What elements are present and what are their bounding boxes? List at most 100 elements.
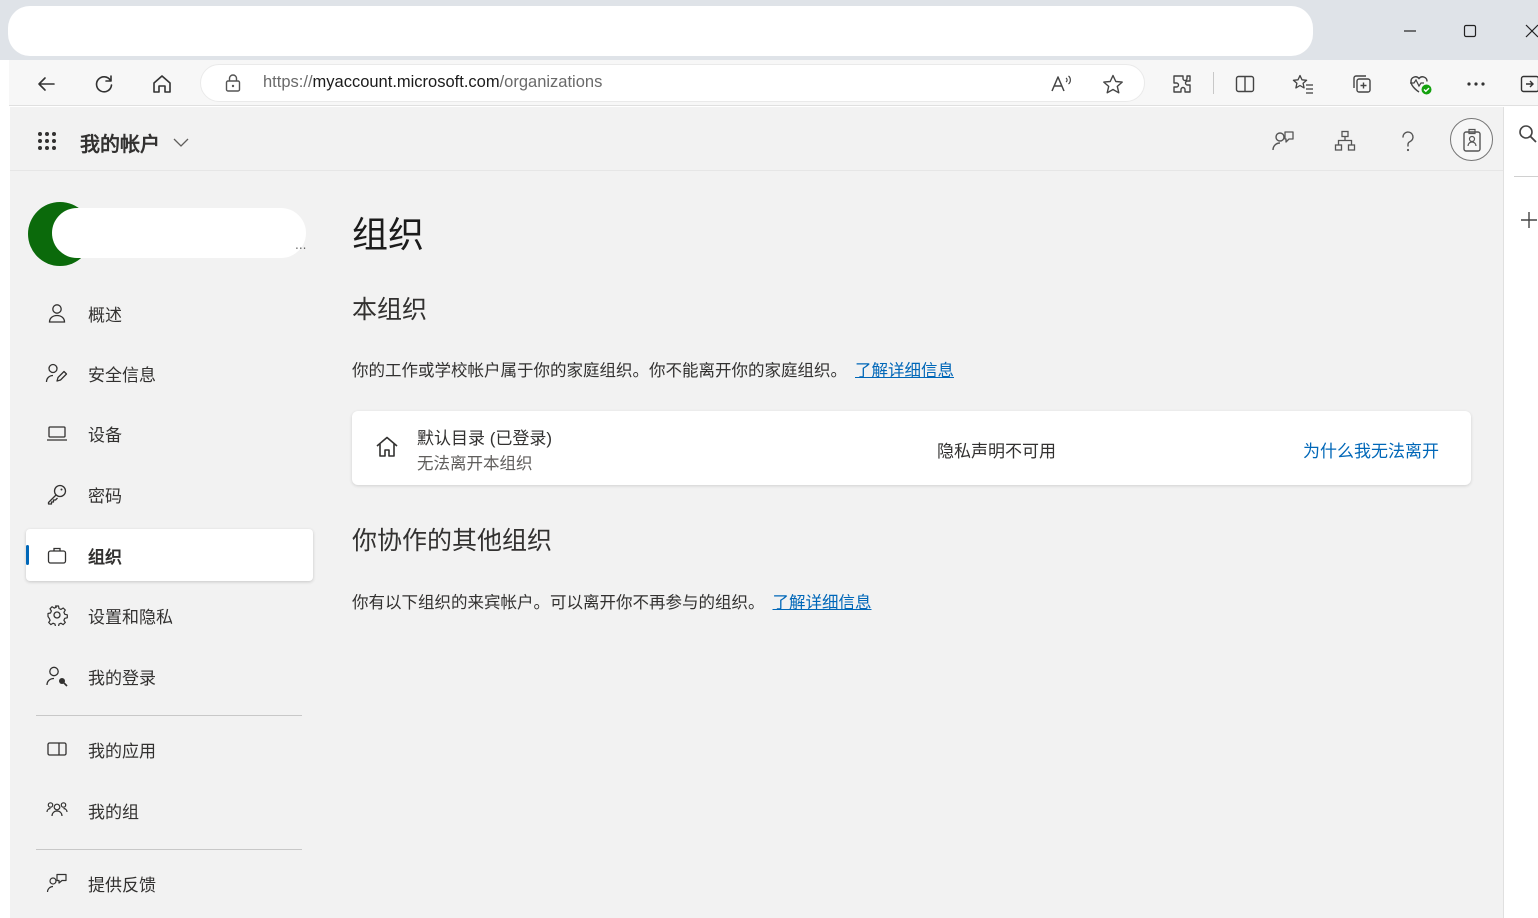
maximize-icon: [1463, 24, 1477, 38]
gear-icon: [26, 604, 88, 626]
chevron-down-icon[interactable]: [172, 136, 190, 148]
url-scheme: https://: [263, 73, 313, 91]
url-host: myaccount.microsoft.com: [312, 73, 500, 91]
toolbar-divider: [1213, 72, 1214, 94]
nav-item-settings-privacy[interactable]: 设置和隐私: [26, 589, 313, 641]
feedback-header-button[interactable]: [1263, 121, 1303, 161]
read-aloud-button[interactable]: [1045, 68, 1077, 100]
key-icon: [26, 483, 88, 505]
badge-avatar-icon: [1462, 128, 1481, 152]
heart-check-icon: [1410, 76, 1432, 95]
nav-item-label: 提供反馈: [88, 875, 156, 895]
site-info-icon[interactable]: [224, 73, 242, 93]
sidebar-toggle-icon: [1520, 75, 1538, 93]
nav-item-overview[interactable]: 概述: [26, 287, 313, 339]
read-aloud-icon: [1051, 75, 1071, 92]
org-chart-icon: [1334, 130, 1356, 151]
app-launcher-button[interactable]: [32, 126, 62, 156]
groups-icon: [26, 799, 88, 821]
nav-item-label: 我的组: [88, 802, 139, 822]
person-feedback-icon: [1272, 131, 1294, 151]
profile-name-block: [52, 208, 306, 258]
waffle-icon: [38, 132, 56, 150]
other-orgs-description-text: 你有以下组织的来宾帐户。可以离开你不再参与的组织。: [352, 594, 765, 612]
nav-item-password[interactable]: 密码: [26, 468, 313, 520]
browser-essentials-button[interactable]: [1404, 68, 1436, 100]
feedback-icon: [26, 872, 88, 894]
learn-more-link[interactable]: 了解详细信息: [855, 362, 954, 380]
learn-more-link[interactable]: 了解详细信息: [773, 594, 872, 612]
plus-icon: [1521, 212, 1537, 228]
account-avatar-button[interactable]: [1450, 118, 1493, 161]
nav-item-my-sign-ins[interactable]: 我的登录: [26, 650, 313, 702]
sidebar-divider: [1514, 176, 1538, 177]
nav-item-label: 概述: [88, 305, 122, 325]
org-chart-button[interactable]: [1325, 121, 1365, 161]
nav-item-my-groups[interactable]: 我的组: [26, 784, 313, 836]
home-icon: [374, 434, 400, 460]
nav-item-my-apps[interactable]: 我的应用: [26, 723, 313, 775]
url-path: /organizations: [499, 73, 603, 91]
home-org-description: 你的工作或学校帐户属于你的家庭组织。你不能离开你的家庭组织。 了解详细信息: [352, 357, 954, 381]
nav-divider: [36, 715, 302, 716]
puzzle-icon: [1173, 75, 1191, 93]
url-text[interactable]: https://myaccount.microsoft.com/organiza…: [263, 73, 602, 92]
minimize-button[interactable]: [1392, 14, 1428, 48]
home-org-heading: 本组织: [352, 296, 428, 324]
laptop-icon: [26, 423, 88, 443]
favorite-button[interactable]: [1097, 68, 1129, 100]
back-button[interactable]: [30, 68, 62, 100]
help-icon: [1402, 131, 1414, 152]
favorites-list-icon: [1292, 74, 1313, 94]
nav-item-security-info[interactable]: 安全信息: [26, 347, 313, 399]
other-orgs-description: 你有以下组织的来宾帐户。可以离开你不再参与的组织。 了解详细信息: [352, 589, 872, 613]
close-button[interactable]: [1514, 14, 1538, 48]
split-screen-button[interactable]: [1229, 68, 1261, 100]
back-arrow-icon: [38, 77, 55, 91]
tab-strip[interactable]: [8, 6, 1313, 56]
person-icon: [26, 302, 88, 324]
collections-icon: [1353, 75, 1371, 93]
home-button[interactable]: [146, 68, 178, 100]
refresh-icon: [95, 75, 113, 93]
maximize-button[interactable]: [1452, 14, 1488, 48]
app-title[interactable]: 我的帐户: [80, 128, 160, 157]
split-screen-icon: [1235, 75, 1255, 93]
nav-item-give-feedback[interactable]: 提供反馈: [26, 857, 313, 909]
nav-item-label: 安全信息: [88, 365, 156, 385]
search-icon: [1519, 125, 1537, 143]
nav-item-label: 密码: [88, 486, 122, 506]
why-cant-leave-link[interactable]: 为什么我无法离开: [1303, 437, 1439, 462]
other-orgs-heading: 你协作的其他组织: [352, 527, 553, 555]
nav-item-label: 我的登录: [88, 668, 156, 688]
apps-icon: [26, 739, 88, 759]
sign-ins-icon: [26, 665, 88, 687]
minimize-icon: [1404, 30, 1416, 32]
privacy-statement-status: 隐私声明不可用: [937, 442, 1056, 461]
nav-item-devices[interactable]: 设备: [26, 407, 313, 459]
sidebar-add-button[interactable]: [1520, 211, 1538, 229]
nav-item-label: 设置和隐私: [88, 607, 173, 627]
briefcase-icon: [26, 545, 88, 565]
active-indicator: [26, 545, 29, 565]
nav-item-organizations[interactable]: 组织: [26, 529, 313, 581]
star-icon: [1103, 74, 1123, 94]
profile-more[interactable]: ...: [295, 238, 306, 252]
more-icon: [1467, 82, 1485, 86]
extensions-button[interactable]: [1166, 68, 1198, 100]
nav-item-label: 我的应用: [88, 741, 156, 761]
sidebar-search-button[interactable]: [1518, 124, 1538, 144]
collections-button[interactable]: [1346, 68, 1378, 100]
sidebar-toggle-button[interactable]: [1514, 68, 1538, 100]
app-title-label: 我的帐户: [80, 134, 160, 156]
favorites-button[interactable]: [1287, 68, 1319, 100]
settings-more-button[interactable]: [1460, 68, 1492, 100]
home-org-description-text: 你的工作或学校帐户属于你的家庭组织。你不能离开你的家庭组织。: [352, 362, 847, 380]
org-name: 默认目录 (已登录): [417, 429, 553, 448]
page-title: 组织: [352, 214, 425, 255]
nav-divider: [36, 849, 302, 850]
refresh-button[interactable]: [88, 68, 120, 100]
help-button[interactable]: [1388, 121, 1428, 161]
org-status: 无法离开本组织: [417, 455, 533, 473]
security-info-icon: [26, 362, 88, 384]
